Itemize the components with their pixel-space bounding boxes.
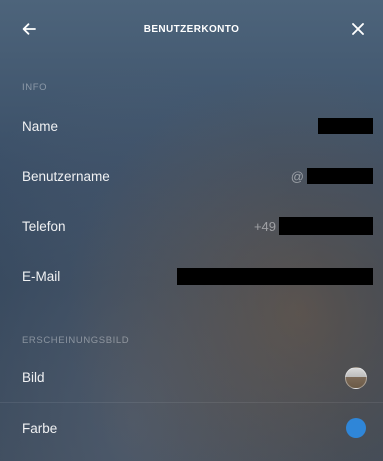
color-label: Farbe [22,420,58,436]
name-row[interactable]: Name [0,101,383,151]
color-row[interactable]: Farbe [0,403,383,453]
username-row[interactable]: Benutzername @ [0,151,383,201]
username-value: @ [291,168,373,184]
redacted-username [307,168,373,184]
header-bar: BENUTZERKONTO [0,0,383,58]
arrow-left-icon [22,23,36,35]
section-label-info: INFO [22,82,48,93]
phone-row[interactable]: Telefon +49 [0,201,383,251]
name-label: Name [22,118,59,134]
close-button[interactable] [347,18,369,40]
close-icon [352,23,364,35]
email-label: E-Mail [22,268,61,284]
redacted-phone [279,217,373,235]
image-row[interactable]: Bild [0,353,383,403]
phone-prefix: +49 [253,218,276,234]
redacted-name [318,118,373,134]
redacted-email [177,267,373,285]
username-prefix: @ [290,168,304,184]
avatar[interactable] [345,366,367,389]
back-button[interactable] [18,18,40,40]
color-swatch[interactable] [346,418,366,438]
email-row[interactable]: E-Mail [0,251,383,301]
name-value [318,118,373,134]
image-label: Bild [22,370,45,385]
phone-value: +49 [254,217,373,235]
section-label-appearance: ERSCHEINUNGSBILD [22,335,130,346]
email-value [177,267,373,285]
username-label: Benutzername [22,168,110,184]
phone-label: Telefon [22,218,66,234]
page-title: BENUTZERKONTO [143,23,240,35]
